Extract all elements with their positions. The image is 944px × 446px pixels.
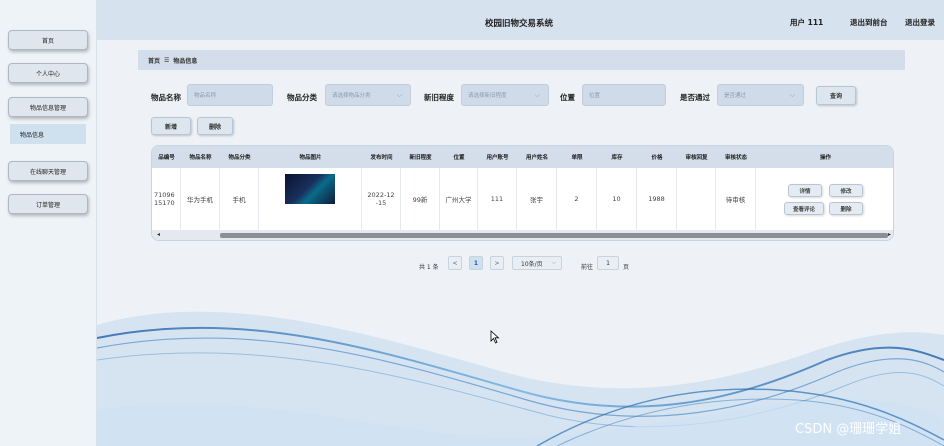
category-label: 物品分类	[287, 93, 317, 102]
cell-date: 2022-12 -15	[362, 168, 401, 230]
name-label: 物品名称	[151, 93, 181, 102]
user-name: 用户 111	[790, 18, 824, 27]
column-header: 位置	[453, 155, 465, 161]
delete-button[interactable]: 删除	[197, 117, 233, 135]
cell-actions: 详情 修改 查看评论 删除	[756, 168, 893, 230]
column-header: 审核回复	[685, 155, 708, 161]
breadcrumb-current: 物品信息	[173, 57, 198, 65]
prev-page-button[interactable]: <	[448, 256, 462, 270]
sidebar-item-item-management[interactable]: 物品信息管理	[8, 97, 88, 117]
back-to-frontend-link[interactable]: 退出到前台	[850, 17, 888, 28]
edit-button[interactable]: 修改	[829, 184, 863, 197]
sidebar-item-label: 订单管理	[35, 201, 60, 209]
watermark: CSDN @珊珊学姐	[795, 422, 902, 437]
column-header: 用户账号	[486, 155, 509, 161]
mouse-cursor-icon	[490, 330, 500, 344]
cell-limit: 2	[557, 168, 597, 230]
cell-reply	[677, 168, 716, 230]
cell-name: 华为手机	[181, 168, 220, 230]
goto-label: 前往	[581, 263, 594, 271]
chevron-down-icon: ⌵	[551, 259, 556, 266]
condition-label: 新旧程度	[424, 93, 454, 102]
query-button[interactable]: 查询	[816, 86, 856, 105]
column-header: 物品名称	[189, 155, 212, 161]
sidebar-item-profile[interactable]: 个人中心	[8, 63, 88, 83]
sidebar-item-home[interactable]: 首页	[8, 30, 88, 50]
column-header: 单限	[571, 155, 583, 161]
row-delete-button[interactable]: 删除	[829, 202, 863, 215]
location-label: 位置	[560, 93, 575, 102]
horizontal-scrollbar[interactable]: ◂ ▸	[152, 230, 893, 240]
sidebar: 首页 个人中心 物品信息管理 物品信息 在线聊天管理 订单管理	[0, 0, 97, 446]
column-header: 价格	[651, 155, 663, 161]
view-comments-button[interactable]: 查看评论	[784, 202, 824, 215]
scroll-left-icon[interactable]: ◂	[157, 231, 160, 238]
name-input[interactable]: 物品名称	[187, 84, 273, 106]
condition-select[interactable]: 请选择新旧程度 ⌵	[461, 84, 549, 106]
page-number-current[interactable]: 1	[469, 256, 483, 270]
chevron-down-icon: ⌵	[789, 91, 795, 99]
table-header: 品编号 物品名称 物品分类 物品图片 发布时间 新旧程度 位置 用户账号 用户姓…	[152, 146, 893, 168]
cell-account: 111	[478, 168, 517, 230]
approved-label: 是否通过	[680, 93, 710, 102]
cell-image	[259, 168, 362, 230]
breadcrumb: 首页 ☰ 物品信息	[138, 50, 905, 70]
scroll-thumb[interactable]	[220, 233, 888, 238]
table-row: 71096 15170 华为手机 手机 2022-12 -15 99新 广州大学…	[152, 168, 893, 230]
cell-category: 手机	[220, 168, 259, 230]
sidebar-subitem-label: 物品信息	[20, 131, 45, 139]
column-header: 品编号	[158, 155, 175, 161]
breadcrumb-separator-icon: ☰	[164, 56, 170, 64]
pagination-total: 共 1 条	[419, 263, 439, 271]
category-select[interactable]: 请选择物品分类 ⌵	[325, 84, 411, 106]
sidebar-item-chat-management[interactable]: 在线聊天管理	[8, 161, 88, 181]
breadcrumb-home[interactable]: 首页	[148, 56, 160, 65]
location-input-placeholder: 位置	[589, 93, 601, 99]
add-button[interactable]: 新增	[151, 117, 191, 135]
sidebar-item-label: 首页	[41, 37, 54, 45]
page-unit-label: 页	[623, 263, 630, 271]
column-header: 新旧程度	[409, 155, 432, 161]
cell-condition: 99新	[401, 168, 440, 230]
chevron-down-icon: ⌵	[396, 91, 402, 99]
column-header: 库存	[611, 155, 623, 161]
column-header: 用户姓名	[525, 155, 548, 161]
column-header: 操作	[819, 155, 831, 161]
column-header: 审核状态	[724, 155, 747, 161]
column-header: 物品图片	[299, 155, 322, 161]
sidebar-item-label: 个人中心	[35, 70, 60, 78]
column-header: 发布时间	[370, 155, 393, 161]
cell-status: 待审核	[716, 168, 756, 230]
sidebar-subitem-item-info[interactable]: 物品信息	[10, 124, 86, 144]
app-title: 校园旧物交易系统	[485, 19, 554, 29]
header: 校园旧物交易系统 用户 111 退出到前台 退出登录	[97, 0, 944, 40]
sidebar-item-order-management[interactable]: 订单管理	[8, 194, 88, 214]
location-input[interactable]: 位置	[582, 84, 666, 106]
column-header: 物品分类	[228, 155, 251, 161]
sidebar-item-label: 在线聊天管理	[29, 168, 66, 176]
approved-select[interactable]: 是否通过 ⌵	[717, 84, 804, 106]
detail-button[interactable]: 详情	[788, 184, 822, 197]
data-table: 品编号 物品名称 物品分类 物品图片 发布时间 新旧程度 位置 用户账号 用户姓…	[151, 145, 894, 241]
condition-select-placeholder: 请选择新旧程度	[468, 93, 507, 99]
next-page-button[interactable]: >	[490, 256, 504, 270]
category-select-placeholder: 请选择物品分类	[332, 93, 371, 99]
sidebar-item-label: 物品信息管理	[29, 104, 66, 112]
name-input-placeholder: 物品名称	[194, 93, 217, 99]
page-size-value: 10条/页	[521, 260, 543, 268]
cell-username: 张宇	[517, 168, 557, 230]
logout-link[interactable]: 退出登录	[905, 17, 935, 28]
approved-select-placeholder: 是否通过	[724, 93, 747, 99]
main-content: 首页 ☰ 物品信息 物品名称 物品名称 物品分类 请选择物品分类 ⌵ 新旧程度 请…	[97, 40, 944, 446]
scroll-right-icon[interactable]: ▸	[888, 231, 891, 238]
cell-id: 71096 15170	[152, 168, 181, 230]
item-image[interactable]	[285, 174, 335, 204]
chevron-down-icon: ⌵	[534, 91, 540, 99]
cell-stock: 10	[597, 168, 637, 230]
cell-location: 广州大学	[440, 168, 478, 230]
page-size-select[interactable]: 10条/页 ⌵	[512, 256, 562, 270]
cell-price: 1988	[637, 168, 677, 230]
goto-page-input[interactable]: 1	[597, 256, 619, 270]
